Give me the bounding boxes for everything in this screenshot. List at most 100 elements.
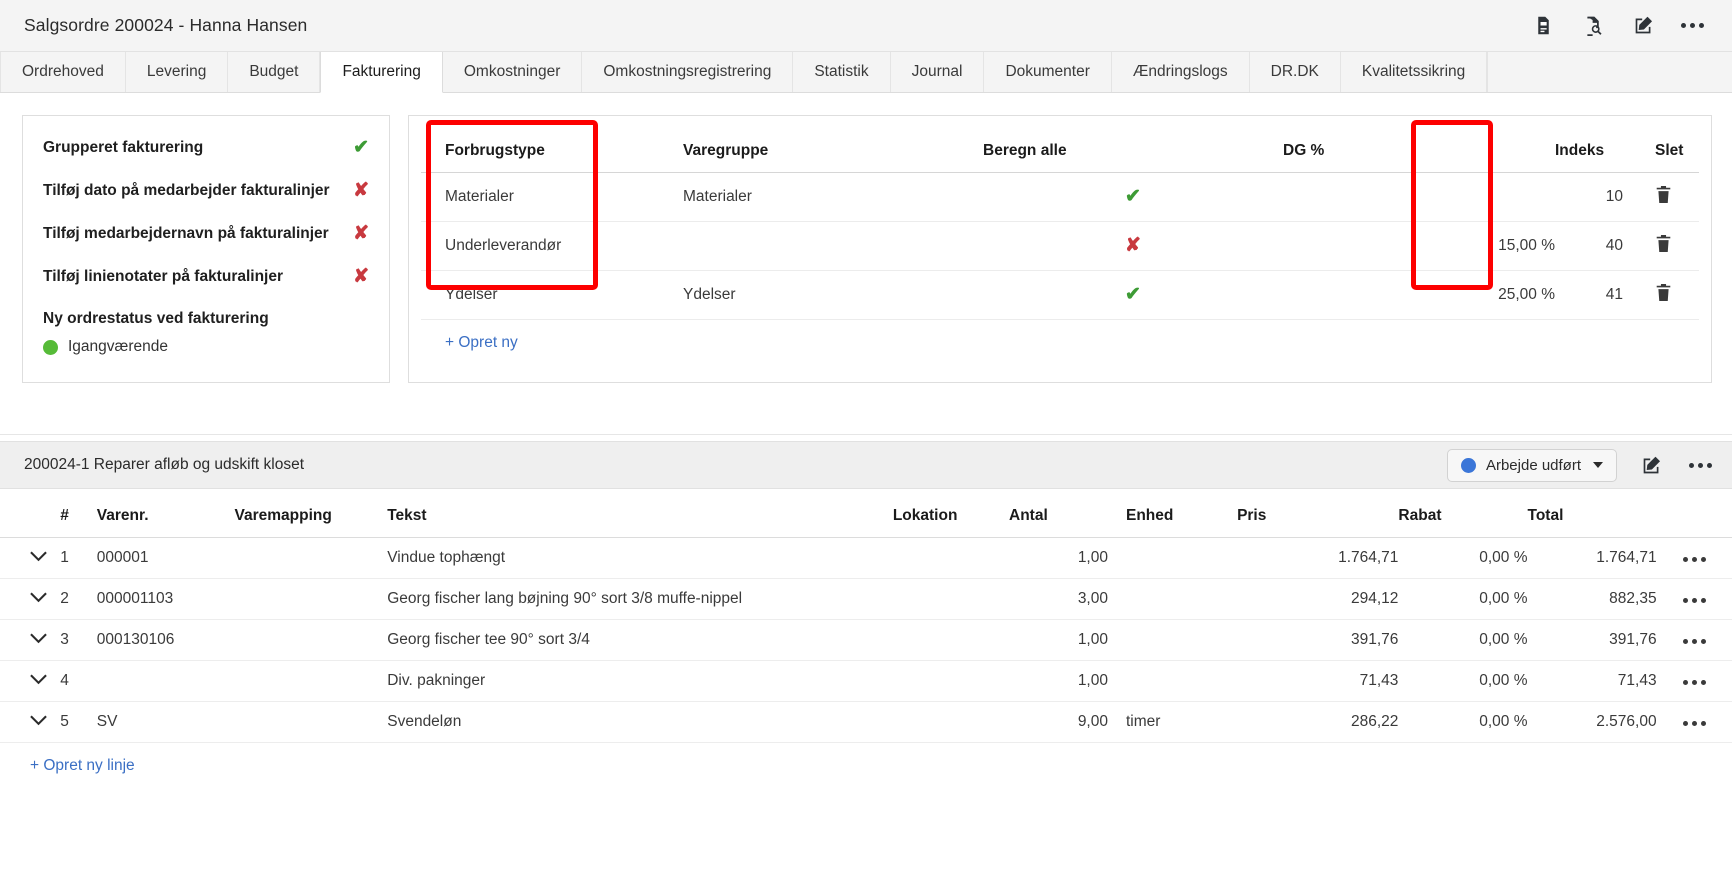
chevron-down-icon[interactable] [30, 672, 47, 690]
tab-journal[interactable]: Journal [891, 52, 985, 92]
document-search-icon[interactable] [1581, 14, 1605, 38]
col-header-indeks: Indeks [1555, 116, 1641, 173]
cell-dg-procent [1283, 173, 1555, 222]
more-options-icon[interactable] [1689, 463, 1712, 468]
tab-omkostninger[interactable]: Omkostninger [443, 52, 582, 92]
new-order-status-value[interactable]: Igangværende [43, 338, 369, 356]
setting-label: Tilføj medarbejdernavn på fakturalinjer [43, 225, 329, 243]
status-dot-icon [1461, 458, 1476, 473]
cross-icon: ✘ [1125, 235, 1141, 256]
row-more-options-icon[interactable] [1683, 557, 1706, 562]
tab-levering[interactable]: Levering [126, 52, 228, 92]
edit-pencil-icon[interactable] [1639, 453, 1663, 477]
cell-forbrugstype: Materialer [421, 173, 683, 222]
cell-lokation [893, 579, 1009, 620]
table-row[interactable]: Ydelser Ydelser ✔ 25,00 % 41 [421, 271, 1699, 320]
cell-number: 2 [60, 579, 97, 620]
setting-tilfoej-linienotater[interactable]: Tilføj linienotater på fakturalinjer ✘ [43, 267, 369, 286]
setting-tilfoej-medarbejdernavn[interactable]: Tilføj medarbejdernavn på fakturalinjer … [43, 224, 369, 243]
invoicing-settings-panel: Grupperet fakturering ✔ Tilføj dato på m… [22, 115, 390, 383]
tab-ordrehoved[interactable]: Ordrehoved [0, 52, 126, 92]
col-header-total: Total [1528, 489, 1657, 538]
row-more-options-icon[interactable] [1683, 598, 1706, 603]
chevron-down-icon[interactable] [30, 590, 47, 608]
work-status-dropdown[interactable]: Arbejde udført [1447, 449, 1617, 482]
setting-label: Tilføj linienotater på fakturalinjer [43, 268, 283, 286]
col-header-number: # [60, 489, 97, 538]
row-more-options-icon[interactable] [1683, 680, 1706, 685]
cell-forbrugstype: Ydelser [421, 271, 683, 320]
tab-fakturering[interactable]: Fakturering [320, 52, 442, 93]
cell-row-menu [1657, 538, 1732, 579]
cell-total: 1.764,71 [1528, 538, 1657, 579]
chevron-down-icon[interactable] [30, 631, 47, 649]
cell-number: 5 [60, 702, 97, 743]
cell-expand [0, 702, 60, 743]
table-row[interactable]: 4 Div. pakninger 1,00 71,43 0,00 % 71,43 [0, 661, 1732, 702]
tab-dokumenter[interactable]: Dokumenter [984, 52, 1111, 92]
cell-lokation [893, 661, 1009, 702]
table-row[interactable]: 2 000001103 Georg fischer lang bøjning 9… [0, 579, 1732, 620]
trash-icon[interactable] [1655, 185, 1672, 209]
cell-rabat: 0,00 % [1398, 661, 1527, 702]
chevron-down-icon[interactable] [30, 549, 47, 567]
cell-varenr: 000001 [97, 538, 235, 579]
chevron-down-icon[interactable] [30, 713, 47, 731]
tab-kvalitetssikring[interactable]: Kvalitetssikring [1341, 52, 1487, 92]
trash-icon[interactable] [1655, 283, 1672, 307]
cell-beregn-alle: ✔ [983, 173, 1283, 222]
col-header-slet: Slet [1641, 116, 1699, 173]
col-header-pris: Pris [1237, 489, 1398, 538]
order-lines-section: 200024-1 Reparer afløb og udskift kloset… [0, 441, 1732, 775]
forbrugstype-table: Forbrugstype Varegruppe Beregn alle DG %… [421, 116, 1699, 320]
check-icon: ✔ [1125, 284, 1141, 305]
cell-varegruppe [683, 222, 983, 271]
create-new-forbrugstype-link[interactable]: + Opret ny [421, 320, 518, 352]
cell-number: 3 [60, 620, 97, 661]
row-more-options-icon[interactable] [1683, 721, 1706, 726]
cell-row-menu [1657, 620, 1732, 661]
tab-omkostningsregistrering[interactable]: Omkostningsregistrering [582, 52, 793, 92]
document-print-icon[interactable] [1531, 14, 1555, 38]
tab-statistik[interactable]: Statistik [793, 52, 890, 92]
tab-budget[interactable]: Budget [228, 52, 320, 92]
order-lines-table-head: # Varenr. Varemapping Tekst Lokation Ant… [0, 489, 1732, 538]
check-icon: ✔ [353, 138, 369, 157]
title-bar: Salgsordre 200024 - Hanna Hansen [0, 0, 1732, 52]
tab-aendringslogs[interactable]: Ændringslogs [1112, 52, 1250, 92]
col-header-varenr: Varenr. [97, 489, 235, 538]
application-window: Salgsordre 200024 - Hanna Hansen [0, 0, 1732, 882]
cell-antal: 1,00 [1009, 538, 1108, 579]
table-row[interactable]: 1 000001 Vindue tophængt 1,00 1.764,71 0… [0, 538, 1732, 579]
cell-rabat: 0,00 % [1398, 538, 1527, 579]
create-new-line-link[interactable]: + Opret ny linje [0, 743, 135, 775]
row-more-options-icon[interactable] [1683, 639, 1706, 644]
order-lines-table-body: 1 000001 Vindue tophængt 1,00 1.764,71 0… [0, 538, 1732, 743]
upper-content: Grupperet fakturering ✔ Tilføj dato på m… [0, 93, 1732, 383]
cell-lokation [893, 620, 1009, 661]
table-header-row: Forbrugstype Varegruppe Beregn alle DG %… [421, 116, 1699, 173]
page-title: Salgsordre 200024 - Hanna Hansen [24, 15, 307, 36]
cell-antal: 3,00 [1009, 579, 1108, 620]
table-row[interactable]: Underleverandør ✘ 15,00 % 40 [421, 222, 1699, 271]
cell-enhed: timer [1108, 702, 1237, 743]
cell-varemapping [234, 538, 387, 579]
edit-pencil-icon[interactable] [1631, 14, 1655, 38]
table-row[interactable]: 3 000130106 Georg fischer tee 90° sort 3… [0, 620, 1732, 661]
more-options-icon[interactable] [1681, 23, 1704, 28]
cell-varegruppe: Ydelser [683, 271, 983, 320]
cell-pris: 391,76 [1237, 620, 1398, 661]
new-order-status-heading: Ny ordrestatus ved fakturering [43, 310, 369, 328]
cell-indeks: 41 [1555, 271, 1641, 320]
table-row[interactable]: 5 SV Svendeløn 9,00 timer 286,22 0,00 % … [0, 702, 1732, 743]
setting-tilfoej-dato[interactable]: Tilføj dato på medarbejder fakturalinjer… [43, 181, 369, 200]
setting-grupperet-fakturering[interactable]: Grupperet fakturering ✔ [43, 138, 369, 157]
tab-dr-dk[interactable]: DR.DK [1250, 52, 1341, 92]
trash-icon[interactable] [1655, 234, 1672, 258]
table-row[interactable]: Materialer Materialer ✔ 10 [421, 173, 1699, 222]
col-header-row-menu [1657, 489, 1732, 538]
cell-varemapping [234, 620, 387, 661]
cell-varenr: SV [97, 702, 235, 743]
col-header-beregn-alle: Beregn alle [983, 116, 1283, 173]
col-header-expand [0, 489, 60, 538]
